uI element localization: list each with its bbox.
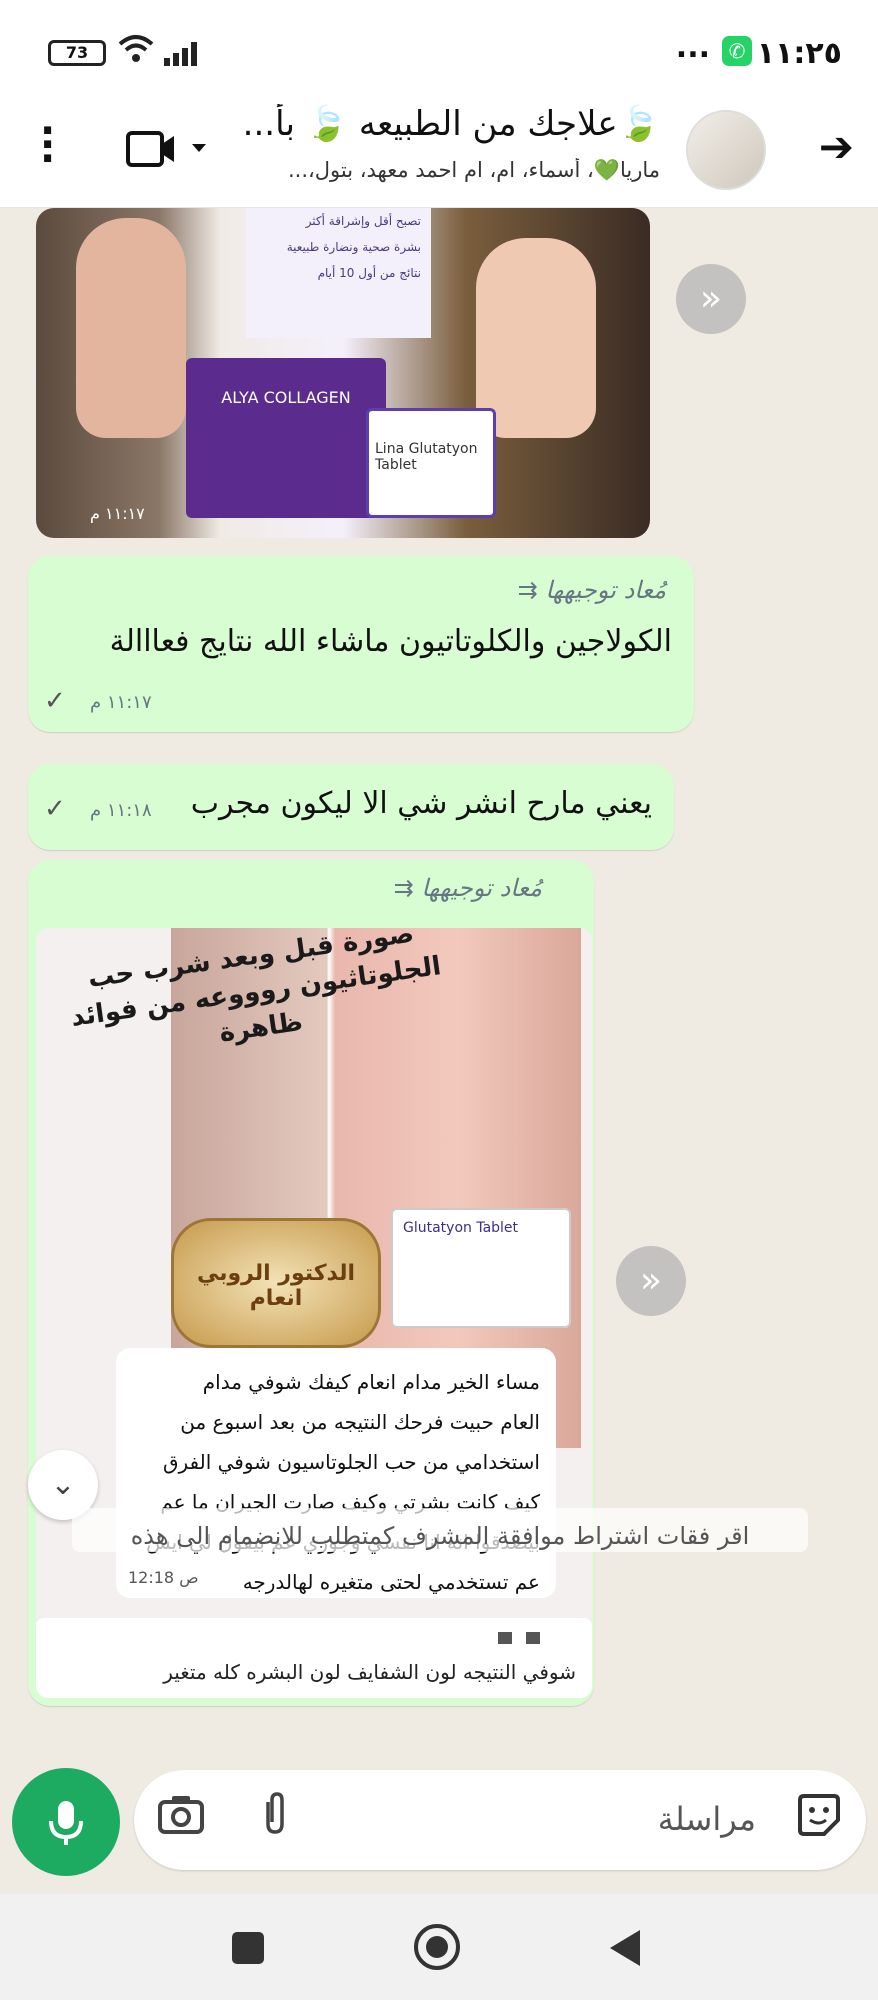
battery-icon: 73 [48, 40, 106, 66]
message-bubble[interactable]: مُعاد توجيهها ⇉ الكولاجين والكلوتاتيون م… [28, 556, 694, 732]
hand-before-image [76, 218, 186, 438]
group-title[interactable]: 🍃علاجك من الطبيعه 🍃 بأ... [240, 104, 660, 144]
benefits-panel: تصبح أقل وإشراقة أكثر بشرة صحية ونضارة ط… [246, 208, 431, 338]
image-message-collagen[interactable]: تصبح أقل وإشراقة أكثر بشرة صحية ونضارة ط… [36, 208, 650, 538]
camera-icon[interactable] [158, 1794, 204, 1844]
benefit-1: تصبح أقل وإشراقة أكثر [305, 214, 421, 228]
group-avatar[interactable] [686, 110, 766, 190]
message-input[interactable]: مراسلة [134, 1770, 866, 1870]
paperclip-icon[interactable] [260, 1792, 290, 1846]
forwarded-label: مُعاد توجيهها ⇉ [393, 874, 542, 902]
chat-area: تصبح أقل وإشراقة أكثر بشرة صحية ونضارة ط… [0, 208, 878, 1788]
product-box: Glutatyon Tablet [391, 1208, 571, 1328]
message-bubble[interactable]: يعني مارح انشر شي الا ليكون مجرب ١١:١٨ م… [28, 764, 674, 850]
image-message-before-after[interactable]: صورة قبل وبعد شرب حب الجلوتاثيون روووعه … [36, 928, 592, 1698]
forwarded-label: مُعاد توجيهها ⇉ [517, 576, 666, 604]
message-time: ١١:١٧ م [90, 504, 145, 523]
sticker-icon[interactable] [796, 1792, 842, 1848]
glutatyon-label: Lina Glutatyon Tablet [375, 441, 478, 473]
chat-header: ➔ 🍃علاجك من الطبيعه 🍃 بأ... ماريا💚، أسما… [0, 100, 878, 208]
sent-check-icon: ✓ [44, 686, 66, 716]
system-nav-bar [0, 1894, 878, 2000]
message-time: ١١:١٨ م [90, 800, 152, 821]
home-button[interactable] [414, 1924, 460, 1970]
forward-share-icon[interactable]: » [616, 1246, 686, 1316]
benefit-2: بشرة صحية ونضارة طبيعية [286, 240, 421, 254]
glutatyon-box: Lina Glutatyon Tablet [366, 408, 496, 518]
screenshot-time: 12:18 ص [128, 1568, 199, 1587]
microphone-icon[interactable] [12, 1768, 120, 1876]
clock: ١١:٢٥ [756, 36, 842, 71]
benefit-3: نتائج من أول 10 أيام [317, 266, 421, 280]
collagen-box: ALYA COLLAGEN [186, 358, 386, 518]
message-placeholder: مراسلة [657, 1800, 756, 1838]
screenshot-line: شوفي النتيجه لون الشفايف لون البشره كله … [163, 1660, 576, 1684]
recents-button[interactable] [232, 1932, 264, 1964]
message-composer: مراسلة [0, 1760, 878, 1880]
message-text: الكولاجين والكلوتاتيون ماشاء الله نتايج … [109, 624, 672, 659]
message-time: ١١:٢ [106, 1658, 138, 1677]
message-time: ١١:١٧ م [90, 692, 152, 713]
sent-check-icon: ✓ [44, 794, 66, 824]
more-notifications-icon: ... [675, 30, 710, 65]
hand-after-image [476, 238, 596, 438]
screenshot-line: العام حبيت فرحك النتيجه من بعد اسبوع من [180, 1410, 540, 1434]
forward-share-icon[interactable]: » [676, 264, 746, 334]
clinic-seal: الدكتور الروبي انعام [171, 1218, 381, 1348]
arrow-right-icon[interactable]: ➔ [819, 122, 854, 171]
collagen-label: ALYA COLLAGEN [221, 388, 351, 407]
screenshot-line: مساء الخير مدام انعام كيفك شوفي مدام [202, 1370, 540, 1394]
message-text: يعني مارح انشر شي الا ليكون مجرب [190, 786, 652, 821]
signal-strength-icon [164, 40, 204, 66]
status-bar: ١١:٢٥ ✆ ... 73 [0, 0, 878, 100]
kebab-menu-icon[interactable]: · · · [40, 111, 55, 179]
wifi-icon [118, 34, 154, 72]
video-camera-icon[interactable] [126, 130, 206, 167]
screenshot-message: مساء الخير مدام انعام كيفك شوفي مدام الع… [116, 1348, 556, 1598]
screenshot-line: استخدامي من حب الجلوتاسيون شوفي الفرق [162, 1450, 540, 1474]
whatsapp-notification-icon: ✆ [722, 36, 752, 66]
group-notice: اقر فقات اشتراط موافقة المشرف كمتطلب للا… [72, 1508, 808, 1552]
group-members[interactable]: ماريا💚، أسماء، ام، ام احمد معهد، بتول،..… [240, 158, 660, 183]
back-button[interactable] [610, 1930, 640, 1966]
